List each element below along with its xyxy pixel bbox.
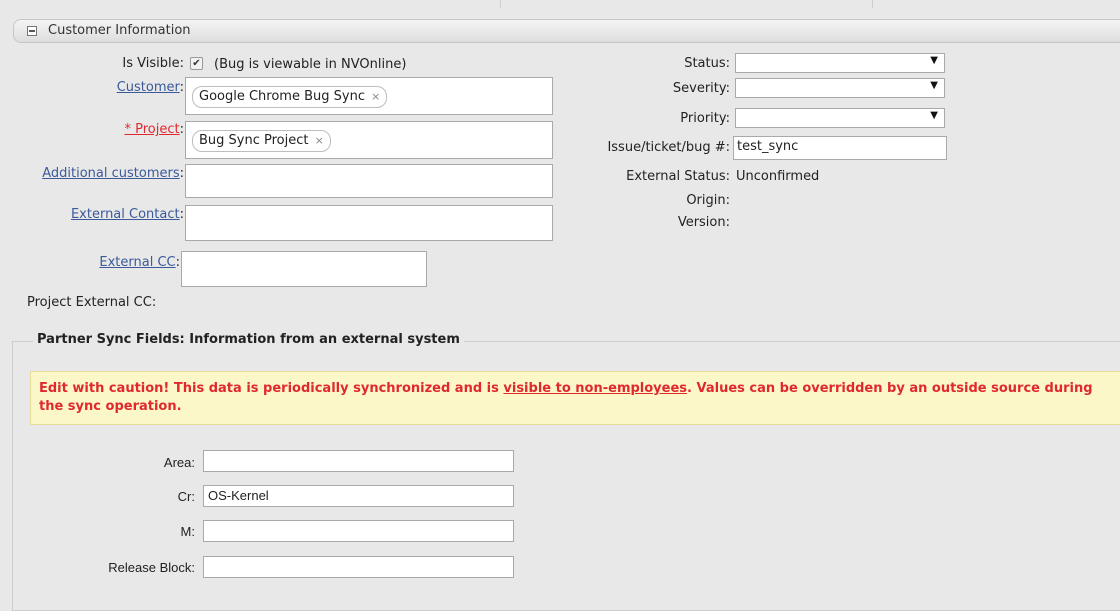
external-cc-label: External CC:: [99, 255, 180, 270]
customer-label: Customer:: [117, 80, 184, 95]
additional-customers-field[interactable]: [185, 164, 553, 198]
customer-token-text: Google Chrome Bug Sync: [199, 89, 365, 104]
release-block-label: Release Block:: [108, 560, 195, 575]
severity-select[interactable]: ▼: [735, 78, 945, 98]
severity-label: Severity:: [672, 81, 730, 96]
issue-input[interactable]: test_sync: [733, 136, 947, 160]
chevron-down-icon: ▼: [930, 80, 938, 91]
colon: :: [179, 166, 184, 181]
caution-text: Edit with caution! This data is periodic…: [39, 381, 504, 396]
cr-input[interactable]: OS-Kernel: [203, 485, 514, 507]
colon: :: [179, 122, 184, 137]
remove-icon[interactable]: ×: [371, 90, 380, 103]
project-token-text: Bug Sync Project: [199, 133, 309, 148]
area-label: Area:: [163, 455, 195, 470]
project-label: * Project:: [124, 122, 184, 137]
top-strip: [0, 0, 1120, 12]
caution-banner: Edit with caution! This data is periodic…: [30, 371, 1120, 425]
external-cc-link[interactable]: External CC: [99, 255, 175, 270]
priority-label: Priority:: [680, 111, 730, 126]
column-divider: [500, 0, 501, 8]
additional-customers-label: Additional customers:: [42, 166, 184, 181]
external-contact-label: External Contact:: [71, 207, 184, 222]
external-cc-field[interactable]: [181, 251, 427, 287]
customer-field[interactable]: Google Chrome Bug Sync ×: [185, 77, 553, 115]
issue-label: Issue/ticket/bug #:: [607, 140, 730, 155]
colon: :: [175, 255, 180, 270]
column-divider: [872, 0, 873, 8]
project-link[interactable]: * Project: [124, 122, 179, 137]
is-visible-checkbox[interactable]: ✔: [190, 57, 203, 70]
remove-icon[interactable]: ×: [315, 134, 324, 147]
is-visible-label: Is Visible:: [122, 56, 184, 71]
origin-label: Origin:: [686, 193, 730, 208]
priority-select[interactable]: ▼: [735, 108, 945, 128]
customer-information-header[interactable]: Customer Information: [13, 19, 1120, 43]
visible-to-non-employees-link[interactable]: visible to non-employees: [503, 381, 687, 396]
cr-label: Cr:: [177, 489, 195, 504]
external-contact-field[interactable]: [185, 205, 553, 241]
collapse-icon[interactable]: [27, 26, 37, 36]
chevron-down-icon: ▼: [930, 55, 938, 66]
status-select[interactable]: ▼: [735, 53, 945, 73]
project-field[interactable]: Bug Sync Project ×: [185, 121, 553, 159]
customer-token: Google Chrome Bug Sync ×: [192, 86, 388, 108]
additional-customers-link[interactable]: Additional customers: [42, 166, 179, 181]
version-label: Version:: [677, 215, 730, 230]
partner-sync-legend: Partner Sync Fields: Information from an…: [33, 332, 464, 347]
is-visible-note: (Bug is viewable in NVOnline): [214, 57, 407, 72]
chevron-down-icon: ▼: [930, 110, 938, 121]
external-status-value: Unconfirmed: [736, 169, 820, 184]
colon: :: [179, 207, 184, 222]
project-token: Bug Sync Project ×: [192, 130, 331, 152]
m-label: M:: [180, 524, 195, 539]
m-input[interactable]: [203, 520, 514, 542]
area-input[interactable]: [203, 450, 514, 472]
external-status-label: External Status:: [626, 169, 730, 184]
project-external-cc-label: Project External CC:: [27, 295, 157, 310]
customer-link[interactable]: Customer: [117, 80, 180, 95]
colon: :: [179, 80, 184, 95]
section-title: Customer Information: [48, 23, 191, 38]
status-label: Status:: [684, 56, 730, 71]
external-contact-link[interactable]: External Contact: [71, 207, 180, 222]
release-block-input[interactable]: [203, 556, 514, 578]
